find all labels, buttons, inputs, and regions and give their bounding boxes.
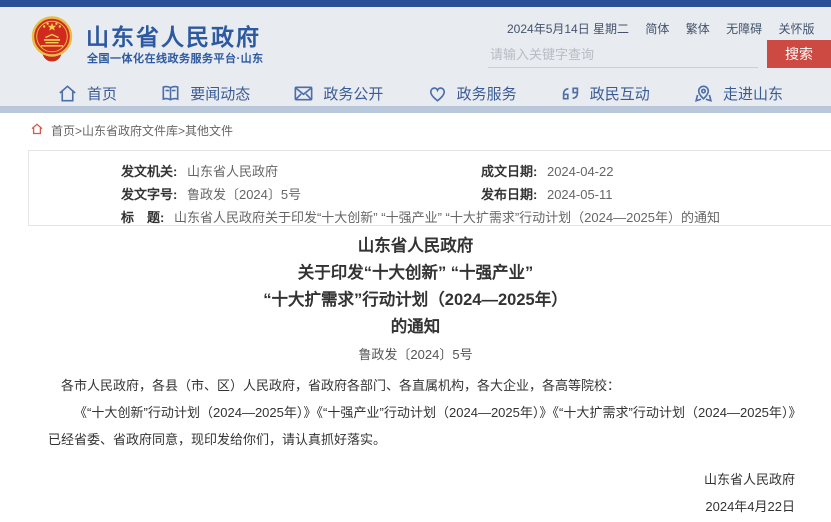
document-sign-date: 2024年4月22日	[48, 493, 795, 520]
breadcrumb[interactable]: 首页>山东省政府文件库>其他文件	[30, 122, 233, 139]
nav-label: 要闻动态	[190, 83, 250, 104]
link-accessibility[interactable]: 无障碍	[726, 22, 762, 36]
meta-title-label: 标 题:	[121, 210, 164, 225]
link-traditional[interactable]: 繁体	[686, 22, 710, 36]
document-signer: 山东省人民政府	[48, 466, 795, 493]
header: 山东省人民政府 全国一体化在线政务服务平台·山东 2024年5月14日 星期二 …	[0, 7, 831, 106]
header-divider-strip	[0, 106, 831, 113]
meta-title: 标 题: 山东省人民政府关于印发“十大创新” “十强产业” “十大扩需求”行动计…	[121, 207, 720, 226]
document-title-line: 的通知	[0, 314, 831, 341]
search-button[interactable]: 搜索	[767, 40, 831, 68]
meta-pub-date: 发布日期: 2024-05-11	[481, 184, 613, 203]
link-care-mode[interactable]: 关怀版	[778, 22, 814, 36]
link-simplified[interactable]: 简体	[645, 22, 669, 36]
document-title: 山东省人民政府 关于印发“十大创新” “十强产业” “十大扩需求”行动计划（20…	[0, 233, 831, 341]
meta-title-value: 山东省人民政府关于印发“十大创新” “十强产业” “十大扩需求”行动计划（202…	[174, 210, 720, 225]
document-paragraph: 各市人民政府，各县（市、区）人民政府，省政府各部门、各直属机构，各大企业，各高等…	[48, 372, 795, 399]
document-meta-box: 发文机关: 山东省人民政府 成文日期: 2024-04-22 发文字号: 鲁政发…	[28, 150, 831, 226]
meta-doc-number: 发文字号: 鲁政发〔2024〕5号	[121, 184, 301, 203]
book-icon	[159, 82, 182, 105]
page: 山东省人民政府 全国一体化在线政务服务平台·山东 2024年5月14日 星期二 …	[0, 0, 831, 522]
meta-pub-date-label: 发布日期:	[481, 187, 537, 202]
meta-issuer-value: 山东省人民政府	[187, 164, 278, 179]
nav-label: 政民互动	[590, 83, 650, 104]
nav-item-about-shandong[interactable]: 走进山东	[692, 82, 783, 105]
meta-written-date-value: 2024-04-22	[547, 164, 614, 179]
document-paragraph: 《“十大创新”行动计划（2024—2025年）》《“十强产业”行动计划（2024…	[48, 399, 795, 453]
meta-pub-date-value: 2024-05-11	[547, 187, 613, 202]
breadcrumb-home-icon	[30, 122, 44, 139]
document-body: 各市人民政府，各县（市、区）人民政府，省政府各部门、各直属机构，各大企业，各高等…	[48, 372, 795, 453]
nav-item-home[interactable]: 首页	[56, 82, 117, 105]
document-title-line: 山东省人民政府	[0, 233, 831, 260]
site-subtitle: 全国一体化在线政务服务平台·山东	[87, 50, 264, 66]
site-title[interactable]: 山东省人民政府	[86, 18, 261, 52]
nav-label: 首页	[87, 83, 117, 104]
nav-item-news[interactable]: 要闻动态	[159, 82, 250, 105]
meta-doc-number-label: 发文字号:	[121, 187, 177, 202]
nav-label: 政务服务	[457, 83, 517, 104]
nav-label: 走进山东	[723, 83, 783, 104]
chat-icon	[559, 82, 582, 105]
nav-item-gov-info[interactable]: 政务公开	[292, 82, 383, 105]
document-number: 鲁政发〔2024〕5号	[0, 344, 831, 363]
top-bar	[0, 0, 831, 7]
map-pin-icon	[692, 82, 715, 105]
mail-icon	[292, 82, 315, 105]
national-emblem-icon	[30, 15, 74, 65]
nav-item-interaction[interactable]: 政民互动	[559, 82, 650, 105]
search-input[interactable]	[488, 41, 758, 68]
breadcrumb-path: 首页>山东省政府文件库>其他文件	[51, 122, 233, 139]
nav-item-services[interactable]: 政务服务	[426, 82, 517, 105]
utility-bar: 2024年5月14日 星期二 简体 繁体 无障碍 关怀版 智能机器人 登录 注册	[507, 20, 831, 37]
home-icon	[56, 82, 79, 105]
document-signature: 山东省人民政府 2024年4月22日	[48, 466, 795, 520]
heart-icon	[426, 82, 449, 105]
nav-label: 政务公开	[323, 83, 383, 104]
meta-issuer: 发文机关: 山东省人民政府	[121, 161, 278, 180]
current-date: 2024年5月14日 星期二	[507, 22, 629, 36]
meta-issuer-label: 发文机关:	[121, 164, 177, 179]
meta-doc-number-value: 鲁政发〔2024〕5号	[187, 187, 301, 202]
document-title-line: 关于印发“十大创新” “十强产业”	[0, 260, 831, 287]
meta-written-date: 成文日期: 2024-04-22	[481, 161, 613, 180]
document-title-line: “十大扩需求”行动计划（2024—2025年）	[0, 287, 831, 314]
meta-written-date-label: 成文日期:	[481, 164, 537, 179]
